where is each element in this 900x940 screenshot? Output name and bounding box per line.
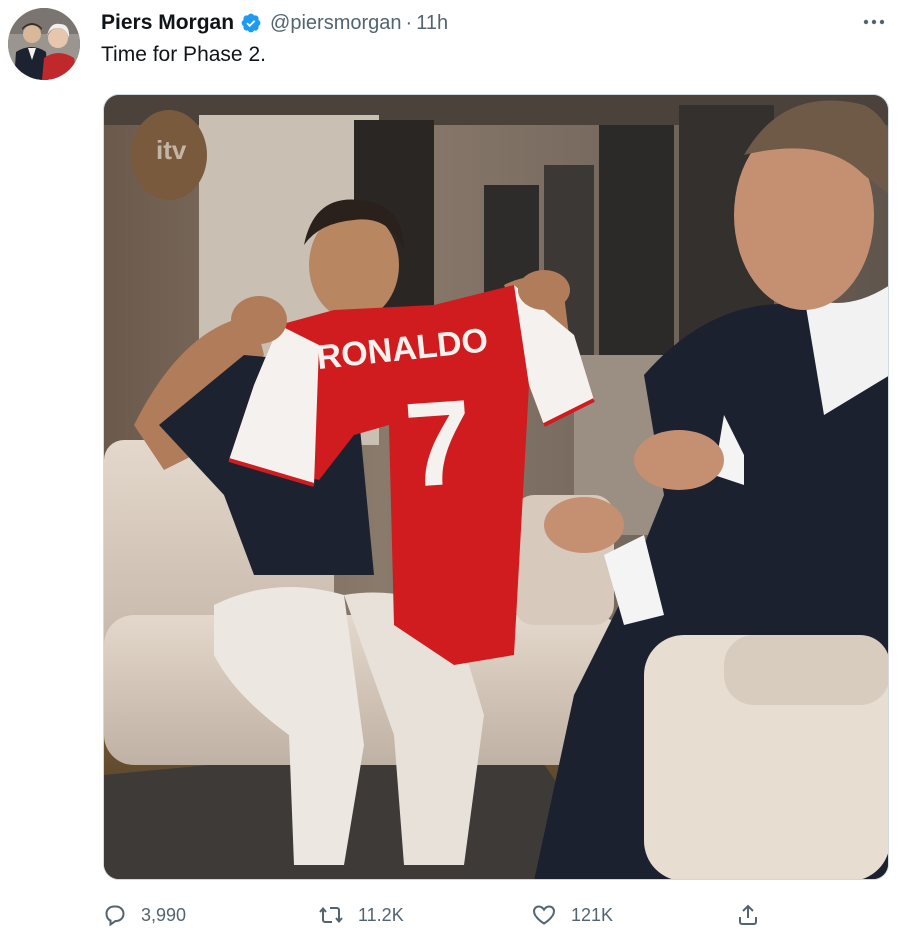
tweet-media-photo[interactable]: RONALDO 7 itv	[103, 94, 889, 880]
retweet-icon	[318, 903, 344, 927]
avatar-photo-icon	[8, 8, 80, 80]
itv-watermark: itv	[156, 135, 187, 165]
jersey-number-text: 7	[401, 375, 477, 513]
tweet-timestamp[interactable]: 11h	[416, 12, 448, 35]
verified-badge-icon	[240, 12, 262, 34]
more-options-icon[interactable]	[860, 10, 888, 34]
reply-button[interactable]: 3,990	[103, 898, 186, 932]
like-button[interactable]: 121K	[531, 898, 613, 932]
tweet-actions: 3,990 11.2K 121K	[103, 898, 783, 932]
like-count: 121K	[571, 904, 614, 925]
interview-photo: RONALDO 7 itv	[104, 95, 888, 879]
share-button[interactable]	[736, 898, 760, 932]
header-separator: ·	[405, 11, 413, 34]
avatar[interactable]	[8, 8, 80, 80]
author-name[interactable]: Piers Morgan	[101, 11, 234, 35]
tweet-text: Time for Phase 2.	[101, 43, 266, 66]
author-handle[interactable]: @piersmorgan	[270, 12, 401, 35]
reply-icon	[103, 903, 127, 927]
reply-count: 3,990	[141, 904, 187, 925]
retweet-button[interactable]: 11.2K	[318, 898, 404, 932]
share-icon	[736, 903, 760, 927]
tweet-card: Piers Morgan @piersmorgan · 11h Time for…	[0, 0, 900, 940]
tweet-header: Piers Morgan @piersmorgan · 11h	[101, 8, 880, 38]
retweet-count: 11.2K	[358, 904, 404, 925]
heart-icon	[531, 903, 557, 927]
